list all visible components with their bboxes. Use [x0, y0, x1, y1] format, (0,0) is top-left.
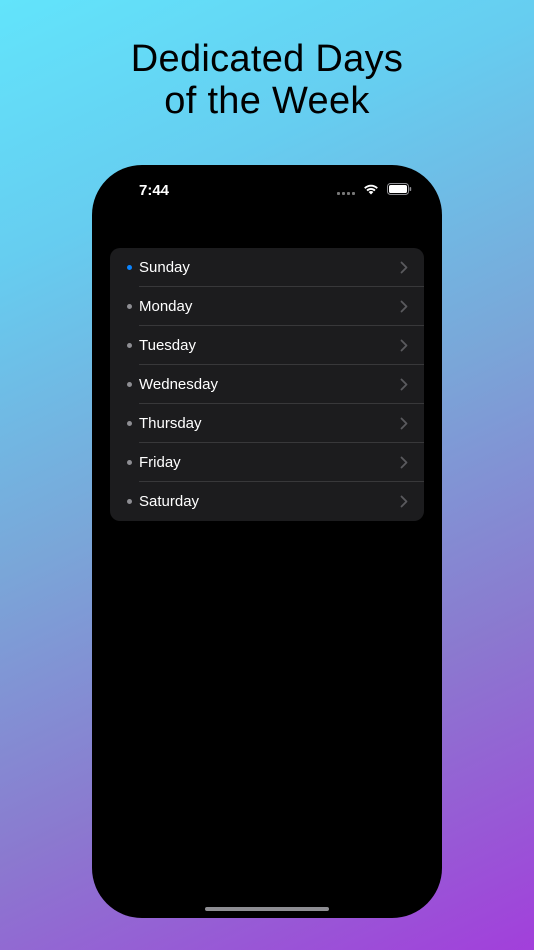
- day-row-friday[interactable]: Friday: [110, 443, 424, 482]
- day-label: Tuesday: [139, 337, 196, 354]
- chevron-right-icon: [400, 417, 408, 430]
- day-label: Monday: [139, 298, 193, 315]
- chevron-right-icon: [400, 261, 408, 274]
- bullet-dot-icon: [127, 304, 132, 309]
- cellular-signal-icon: [337, 191, 355, 195]
- chevron-right-icon: [400, 378, 408, 391]
- bullet-dot-icon: [127, 460, 132, 465]
- selected-dot-icon: [127, 265, 132, 270]
- battery-icon: [387, 183, 412, 195]
- day-row-sunday[interactable]: Sunday: [110, 248, 424, 287]
- chevron-right-icon: [400, 495, 408, 508]
- day-label: Wednesday: [139, 376, 218, 393]
- bullet-dot-icon: [127, 382, 132, 387]
- bullet-dot-icon: [127, 421, 132, 426]
- chevron-right-icon: [400, 339, 408, 352]
- wifi-icon: [364, 184, 378, 195]
- chevron-right-icon: [400, 300, 408, 313]
- day-row-saturday[interactable]: Saturday: [110, 482, 424, 521]
- phone-frame: 7:44 Sunday Monday Tuesday Wednesday Thursda…: [92, 165, 442, 918]
- bullet-dot-icon: [127, 343, 132, 348]
- day-label: Sunday: [139, 259, 190, 276]
- day-row-wednesday[interactable]: Wednesday: [110, 365, 424, 404]
- day-label: Friday: [139, 454, 181, 471]
- promo-headline: Dedicated Days of the Week: [0, 38, 534, 122]
- day-row-thursday[interactable]: Thursday: [110, 404, 424, 443]
- home-indicator[interactable]: [205, 907, 329, 911]
- day-label: Saturday: [139, 493, 200, 510]
- status-time: 7:44: [139, 182, 170, 199]
- day-row-monday[interactable]: Monday: [110, 287, 424, 326]
- headline-line-2: of the Week: [164, 80, 370, 122]
- day-label: Thursday: [139, 415, 202, 432]
- day-row-tuesday[interactable]: Tuesday: [110, 326, 424, 365]
- status-bar: 7:44: [92, 165, 442, 215]
- headline-line-1: Dedicated Days: [130, 38, 404, 80]
- chevron-right-icon: [400, 456, 408, 469]
- status-icons: [337, 183, 412, 195]
- days-list: Sunday Monday Tuesday Wednesday Thursday Frid…: [110, 248, 424, 521]
- bullet-dot-icon: [127, 499, 132, 504]
